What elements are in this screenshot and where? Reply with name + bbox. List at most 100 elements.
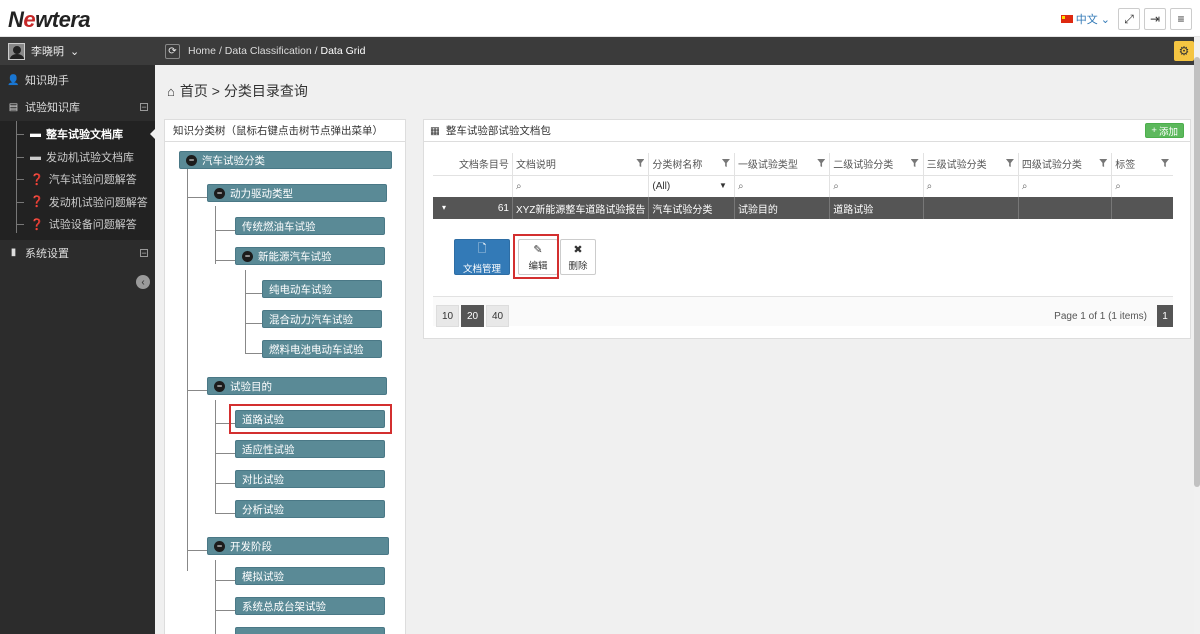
tree-node-hybrid[interactable]: 混合动力汽车试验 xyxy=(262,310,382,328)
document-grid-panel: ▦ 整车试验部试验文档包 + 添加 文档条目号 文档说明 分类树名称 一级试验类型… xyxy=(423,119,1191,339)
document-table: 文档条目号 文档说明 分类树名称 一级试验类型 二级试验分类 三级试验分类 四级… xyxy=(433,153,1173,219)
collapse-icon[interactable]: − xyxy=(140,248,148,257)
user-menu[interactable]: 李晓明 ⌄ xyxy=(0,37,155,65)
sidebar-item-engine-faq[interactable]: ❓ 发动机试验问题解答 xyxy=(0,191,155,214)
breadcrumb-home[interactable]: Home xyxy=(188,45,216,57)
filter-icon[interactable] xyxy=(1161,159,1169,167)
tree-node-analysis[interactable]: 分析试验 xyxy=(235,500,385,518)
pager: 10 20 40 Page 1 of 1 (1 items) 1 xyxy=(433,296,1173,327)
column-header[interactable]: 四级试验分类 xyxy=(1017,153,1112,175)
page-title: ⌂ 首页 > 分类目录查询 xyxy=(167,83,308,99)
filter-icon[interactable] xyxy=(817,159,826,167)
arrow-left-icon: ‹ xyxy=(141,276,145,288)
sidebar-item-equipment-faq[interactable]: ❓ 试验设备问题解答 xyxy=(0,213,155,236)
tree-node-new-energy[interactable]: − 新能源汽车试验 xyxy=(235,247,385,265)
document-manage-button[interactable]: 🗋 文档管理 xyxy=(454,239,510,275)
filter-icon[interactable] xyxy=(1005,159,1014,167)
tree-node-dev-stage[interactable]: − 开发阶段 xyxy=(207,537,389,555)
tree-node-drive-type[interactable]: − 动力驱动类型 xyxy=(207,184,387,202)
sidebar-item-test-knowledge[interactable]: ▤ 试验知识库 − xyxy=(0,93,155,121)
column-header[interactable]: 文档条目号 xyxy=(433,153,512,175)
filter-icon[interactable] xyxy=(910,159,919,167)
filter-select[interactable]: (All) ▼ xyxy=(648,174,735,197)
search-icon: ⌕ xyxy=(1115,180,1121,192)
settings-button[interactable]: ⚙ xyxy=(1174,41,1194,61)
list-icon: ▤ xyxy=(8,101,19,113)
menu-button[interactable]: ≡ xyxy=(1170,8,1192,30)
filter-icon[interactable] xyxy=(636,159,645,167)
breadcrumb: Home / Data Classification / Data Grid xyxy=(188,45,366,57)
sidebar-collapse-button[interactable]: ‹ xyxy=(136,275,150,289)
tree-node-fuel-vehicle[interactable]: 传统燃油车试验 xyxy=(235,217,385,235)
breadcrumb-current: Data Grid xyxy=(320,45,366,57)
highlight-box xyxy=(513,234,559,279)
sidebar-item-vehicle-faq[interactable]: ❓ 汽车试验问题解答 xyxy=(0,168,155,191)
tree-panel-header: 知识分类树（鼠标右键点击树节点弹出菜单） xyxy=(165,120,405,142)
collapse-node-icon[interactable]: − xyxy=(214,540,225,552)
question-icon: ❓ xyxy=(30,196,44,209)
page-size-10[interactable]: 10 xyxy=(436,305,460,327)
tree-node-simulation[interactable]: 模拟试验 xyxy=(235,567,385,585)
filter-cell[interactable]: ⌕ xyxy=(1111,174,1173,197)
page-size-40[interactable]: 40 xyxy=(486,305,510,327)
page-size-20[interactable]: 20 xyxy=(461,305,485,327)
logout-button[interactable]: ⇥ xyxy=(1144,8,1166,30)
sidebar-item-settings[interactable]: ▮ 系统设置 − xyxy=(0,240,155,266)
column-header[interactable]: 文档说明 xyxy=(511,153,649,175)
tree-node-partial[interactable] xyxy=(235,627,385,634)
filter-row: ⌕ (All) ▼ ⌕ ⌕ ⌕ ⌕ ⌕ xyxy=(433,174,1173,197)
caret-down-icon[interactable]: ▾ xyxy=(442,203,446,212)
collapse-node-icon[interactable]: − xyxy=(242,250,253,262)
tree-node-bench-test[interactable]: 系统总成台架试验 xyxy=(235,597,385,615)
collapse-icon[interactable]: − xyxy=(140,103,148,112)
search-icon: ⌕ xyxy=(515,180,522,192)
sidebar-item-assistant[interactable]: 👤 知识助手 xyxy=(0,67,155,93)
collapse-node-icon[interactable]: − xyxy=(186,154,197,166)
scrollbar-thumb[interactable] xyxy=(1194,57,1200,487)
language-selector[interactable]: 中文 ⌄ xyxy=(1060,11,1110,27)
tree-node-adaptability[interactable]: 适应性试验 xyxy=(235,440,385,458)
breadcrumb-data-classification[interactable]: Data Classification xyxy=(225,45,312,57)
filter-cell[interactable]: ⌕ xyxy=(733,174,830,197)
filter-cell[interactable]: ⌕ xyxy=(922,174,1019,197)
delete-button[interactable]: ✖ 删除 xyxy=(560,239,596,275)
column-header[interactable]: 二级试验分类 xyxy=(829,153,924,175)
fullscreen-button[interactable]: ⤢ xyxy=(1118,8,1140,30)
page-scrollbar[interactable] xyxy=(1194,37,1200,634)
collapse-node-icon[interactable]: − xyxy=(214,187,225,199)
column-header[interactable]: 标签 xyxy=(1111,153,1173,175)
filter-cell[interactable]: ⌕ xyxy=(1017,174,1112,197)
column-header[interactable]: 三级试验分类 xyxy=(922,153,1019,175)
expand-icon: ⤢ xyxy=(1124,11,1134,26)
add-button[interactable]: + 添加 xyxy=(1145,123,1184,138)
tree-node-root[interactable]: − 汽车试验分类 xyxy=(179,151,392,169)
tree-node-ev[interactable]: 纯电动车试验 xyxy=(262,280,382,298)
sidebar-item-engine-docs[interactable]: ▬ 发动机试验文档库 xyxy=(0,146,155,169)
list-icon: ▬ xyxy=(30,128,41,141)
column-header[interactable]: 分类树名称 xyxy=(648,153,735,175)
tree-node-fcev[interactable]: 燃料电池电动车试验 xyxy=(262,340,382,358)
refresh-button[interactable]: ⟳ xyxy=(165,43,180,59)
column-header[interactable]: 一级试验类型 xyxy=(733,153,830,175)
question-icon: ❓ xyxy=(30,218,44,231)
top-bar: Newtera 中文 ⌄ ⤢ ⇥ ≡ xyxy=(0,0,1200,37)
page-button-1[interactable]: 1 xyxy=(1157,305,1173,327)
filter-cell[interactable]: ⌕ xyxy=(511,174,649,197)
list-icon: ▬ xyxy=(30,150,41,163)
tree-node-purpose[interactable]: − 试验目的 xyxy=(207,377,387,395)
table-row[interactable]: ▾ 61 XYZ新能源整车道路试验报告 汽车试验分类 试验目的 道路试验 xyxy=(433,197,1173,219)
page-info: Page 1 of 1 (1 items) xyxy=(1054,311,1147,322)
book-icon: ▮ xyxy=(10,247,17,258)
home-icon: ⌂ xyxy=(167,83,175,99)
collapse-node-icon[interactable]: − xyxy=(214,380,225,392)
filter-icon[interactable] xyxy=(721,159,730,167)
avatar xyxy=(8,42,25,60)
sidebar-item-vehicle-docs[interactable]: ▬ 整车试验文档库 xyxy=(0,123,155,146)
filter-icon[interactable] xyxy=(1099,159,1108,167)
sidebar: 李晓明 ⌄ 👤 知识助手 ▤ 试验知识库 − ▬ 整车试验文档库 ▬ 发动机试验文档… xyxy=(0,37,155,634)
logout-icon: ⇥ xyxy=(1149,12,1161,26)
tree-node-comparison[interactable]: 对比试验 xyxy=(235,470,385,488)
app-logo[interactable]: Newtera xyxy=(8,7,91,33)
filter-cell[interactable]: ⌕ xyxy=(829,174,924,197)
question-icon: ❓ xyxy=(30,173,44,186)
